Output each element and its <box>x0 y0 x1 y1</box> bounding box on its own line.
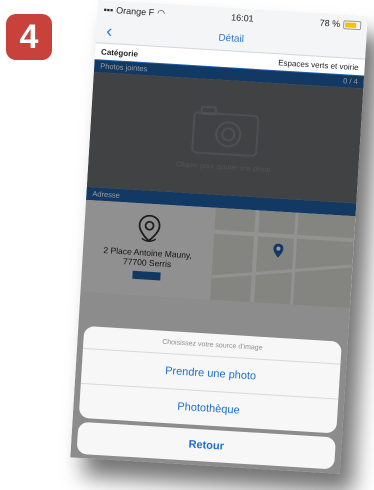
chevron-left-icon[interactable]: ‹ <box>106 21 113 42</box>
clock: 16:01 <box>230 12 254 24</box>
battery-percent: 78 % <box>319 17 341 29</box>
battery-icon <box>342 19 362 30</box>
category-label: Catégorie <box>100 46 139 59</box>
carrier-group: ▪▪▪ Orange F ◠ <box>103 4 165 19</box>
page-title: Détail <box>218 32 245 45</box>
phone-screen: ▪▪▪ Orange F ◠ 16:01 78 % ‹ Détail Catég… <box>70 0 368 474</box>
category-value: Espaces verts et voirie <box>278 57 359 72</box>
wifi-icon: ◠ <box>156 7 166 18</box>
battery-group: 78 % <box>319 17 362 31</box>
signal-icon: ▪▪▪ <box>103 4 114 16</box>
carrier-label: Orange F <box>115 5 155 18</box>
image-source-action-sheet: Choisissez votre source d'image Prendre … <box>78 325 342 434</box>
step-number-badge: 4 <box>6 14 52 60</box>
